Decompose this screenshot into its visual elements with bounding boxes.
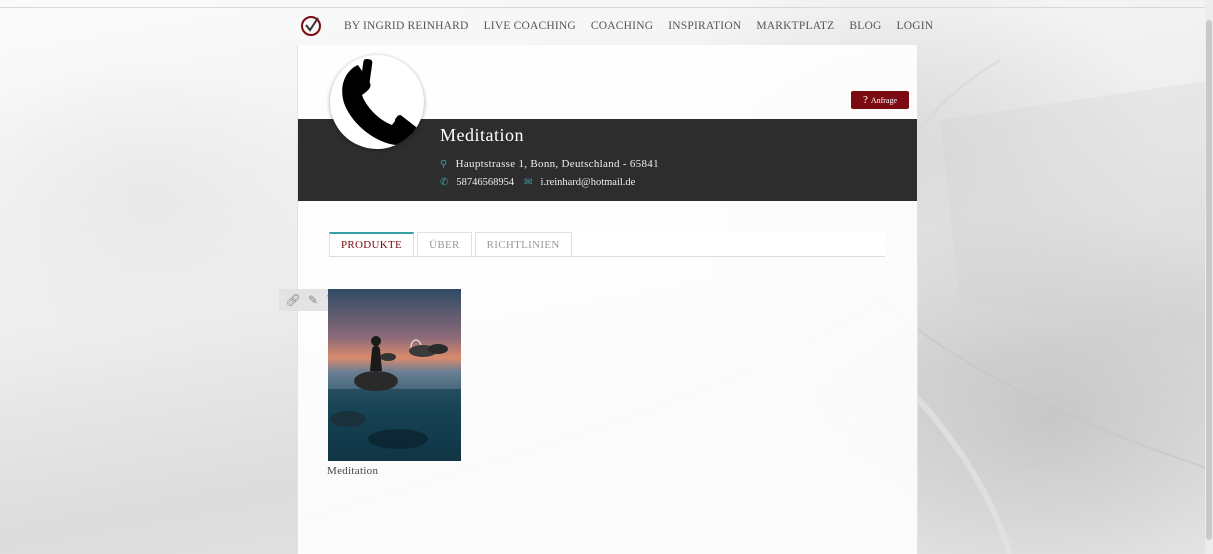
vendor-contact: ✆ 58746568954 ✉ i.reinhard@hotmail.de [440, 177, 635, 188]
link-icon[interactable]: 🔗︎ [286, 293, 301, 308]
address-text: Hauptstrasse 1, Bonn, Deutschland - 6584… [455, 158, 659, 170]
phone-small-icon: ✆ [440, 177, 449, 188]
tab-richtlinien[interactable]: RICHTLINIEN [474, 232, 572, 256]
tab-ueber[interactable]: ÜBER [417, 232, 472, 256]
phone-icon [342, 58, 419, 145]
nav-by-ingrid-reinhard[interactable]: BY INGRID REINHARD [344, 20, 469, 32]
product-name[interactable]: Meditation [327, 465, 378, 477]
nav-login[interactable]: LOGIN [896, 20, 933, 32]
edit-icon[interactable]: ✎ [308, 293, 318, 308]
vendor-title: Meditation [440, 125, 524, 145]
tab-produkte[interactable]: PRODUKTE [329, 232, 415, 256]
request-button-label: Anfrage [870, 95, 898, 105]
nav-live-coaching[interactable]: LIVE COACHING [484, 20, 576, 32]
vendor-address: ⚲ Hauptstrasse 1, Bonn, Deutschland - 65… [440, 158, 659, 170]
nav-coaching[interactable]: COACHING [591, 20, 653, 32]
nav-marktplatz[interactable]: MARKTPLATZ [756, 20, 834, 32]
email-text[interactable]: i.reinhard@hotmail.de [541, 177, 636, 188]
nav-blog[interactable]: BLOG [849, 20, 881, 32]
profile-tabs: PRODUKTE ÜBER RICHTLINIEN [329, 232, 885, 257]
product-image[interactable] [328, 289, 461, 461]
phone-text: 58746568954 [456, 177, 515, 188]
vendor-avatar [330, 55, 424, 149]
top-divider [0, 7, 1213, 8]
main-navigation: BY INGRID REINHARD LIVE COACHING COACHIN… [300, 12, 948, 40]
scrollbar-thumb[interactable] [1206, 20, 1212, 540]
question-icon: ? [862, 93, 868, 106]
request-button[interactable]: ? Anfrage [851, 91, 909, 109]
location-pin-icon: ⚲ [440, 158, 448, 170]
nav-inspiration[interactable]: INSPIRATION [668, 20, 741, 32]
site-logo[interactable] [300, 15, 322, 37]
scrollbar[interactable] [1205, 0, 1213, 554]
mail-icon: ✉ [524, 177, 533, 188]
